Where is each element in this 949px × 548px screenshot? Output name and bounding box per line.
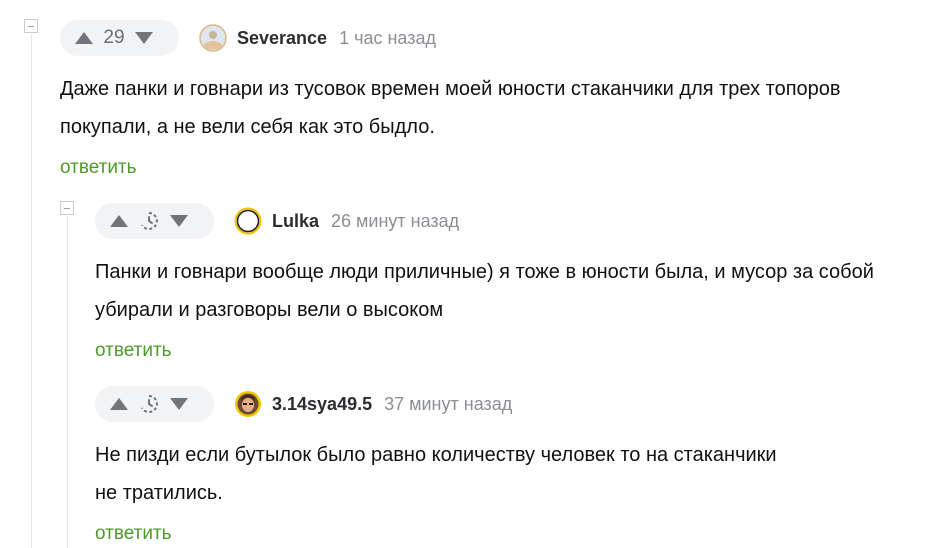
downvote-arrow-icon[interactable] bbox=[132, 26, 156, 50]
reply-link[interactable]: ответить bbox=[60, 154, 940, 182]
username[interactable]: 3.14sya49.5 bbox=[272, 394, 372, 415]
vote-controls bbox=[95, 203, 214, 239]
rating-timer-icon bbox=[131, 392, 167, 416]
comment-text-line: покупали, а не вели себя как это быдло. bbox=[60, 116, 435, 138]
avatar-sketch-icon[interactable] bbox=[199, 24, 227, 52]
comment-text: Не пизди если бутылок было равно количес… bbox=[95, 436, 945, 512]
comment-text: Даже панки и говнари из тусовок времен м… bbox=[60, 70, 940, 146]
comment-header: 3.14sya49.5 37 минут назад bbox=[95, 386, 945, 422]
comment-time[interactable]: 37 минут назад bbox=[384, 394, 512, 415]
thread-line[interactable] bbox=[67, 216, 68, 548]
comment: 29 Severance 1 час назад Даже панки и го… bbox=[60, 20, 940, 182]
comment-text-line: Даже панки и говнари из тусовок времен м… bbox=[60, 78, 841, 100]
comment-time[interactable]: 26 минут назад bbox=[331, 211, 459, 232]
comment-text-line: убирали и разговоры вели о высоком bbox=[95, 299, 444, 321]
collapse-button[interactable] bbox=[60, 201, 74, 215]
comment-header: 29 Severance 1 час назад bbox=[60, 20, 940, 56]
upvote-arrow-icon[interactable] bbox=[107, 392, 131, 416]
rating-count: 29 bbox=[103, 27, 125, 48]
comments-thread: 29 Severance 1 час назад Даже панки и го… bbox=[0, 0, 949, 548]
thread-line[interactable] bbox=[31, 34, 32, 548]
avatar-ring-icon[interactable] bbox=[234, 207, 262, 235]
reply-link[interactable]: ответить bbox=[95, 520, 945, 548]
comment-text-line: не тратились. bbox=[95, 482, 223, 504]
comment-text: Панки и говнари вообще люди приличные) я… bbox=[95, 253, 945, 329]
username[interactable]: Lulka bbox=[272, 211, 319, 232]
comment-time[interactable]: 1 час назад bbox=[339, 28, 436, 49]
collapse-button[interactable] bbox=[24, 19, 38, 33]
comment: 3.14sya49.5 37 минут назад Не пизди если… bbox=[95, 386, 945, 548]
comment: Lulka 26 минут назад Панки и говнари воо… bbox=[95, 203, 945, 365]
username[interactable]: Severance bbox=[237, 28, 327, 49]
comment-text-line: Панки и говнари вообще люди приличные) я… bbox=[95, 261, 874, 283]
upvote-arrow-icon[interactable] bbox=[72, 26, 96, 50]
rating-timer-icon bbox=[131, 209, 167, 233]
comment-text-line: Не пизди если бутылок было равно количес… bbox=[95, 444, 777, 466]
vote-controls: 29 bbox=[60, 20, 179, 56]
comment-header: Lulka 26 минут назад bbox=[95, 203, 945, 239]
reply-link[interactable]: ответить bbox=[95, 337, 945, 365]
vote-controls bbox=[95, 386, 214, 422]
downvote-arrow-icon[interactable] bbox=[167, 392, 191, 416]
upvote-arrow-icon[interactable] bbox=[107, 209, 131, 233]
downvote-arrow-icon[interactable] bbox=[167, 209, 191, 233]
avatar-portrait-icon[interactable] bbox=[234, 390, 262, 418]
